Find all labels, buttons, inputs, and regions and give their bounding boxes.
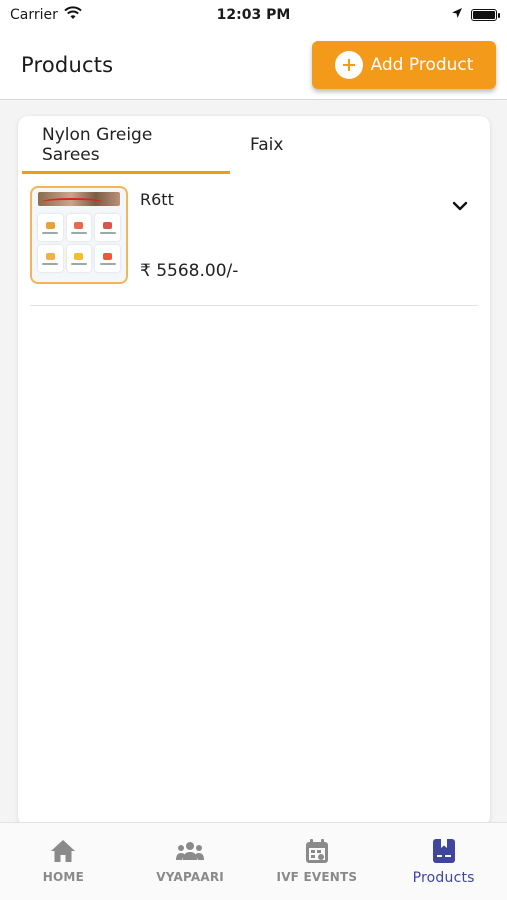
nav-label: VYAPAARI bbox=[156, 870, 224, 884]
battery-icon bbox=[471, 9, 500, 21]
people-icon bbox=[176, 837, 205, 865]
tab-nylon-greige-sarees[interactable]: Nylon Greige Sarees bbox=[22, 116, 230, 174]
add-product-button[interactable]: Add Product bbox=[312, 40, 496, 89]
nav-label: HOME bbox=[42, 870, 84, 884]
app-header: Products Add Product bbox=[0, 30, 507, 100]
nav-item-home[interactable]: HOME bbox=[0, 823, 127, 900]
status-time: 12:03 PM bbox=[216, 7, 291, 23]
thumbnail-banner bbox=[38, 192, 120, 206]
wifi-icon bbox=[64, 6, 82, 24]
thumbnail-grid bbox=[38, 214, 120, 272]
product-price: ₹ 5568.00/- bbox=[140, 261, 239, 281]
plus-circle-icon bbox=[334, 50, 363, 79]
bottom-navigation: HOME VYAPAARI IVF EVENTS Products bbox=[0, 822, 507, 900]
nav-label: Products bbox=[412, 870, 475, 886]
nav-label: IVF EVENTS bbox=[276, 870, 358, 884]
tab-faix[interactable]: Faix bbox=[230, 116, 303, 174]
nav-item-ivf-events[interactable]: IVF EVENTS bbox=[254, 823, 381, 900]
nav-item-products[interactable]: Products bbox=[380, 823, 507, 900]
category-tabs: Nylon Greige Sarees Faix bbox=[18, 116, 490, 174]
nav-item-vyapaari[interactable]: VYAPAARI bbox=[127, 823, 254, 900]
location-arrow-icon bbox=[451, 7, 463, 23]
tab-label: Nylon Greige Sarees bbox=[42, 125, 153, 165]
product-list-item[interactable]: R6tt ₹ 5568.00/- bbox=[30, 186, 478, 306]
tab-label: Faix bbox=[250, 135, 284, 155]
page-title: Products bbox=[21, 52, 114, 77]
products-bookmark-icon bbox=[430, 837, 458, 865]
product-thumbnail bbox=[30, 186, 128, 284]
status-right bbox=[451, 7, 500, 23]
calendar-icon bbox=[303, 837, 331, 865]
status-bar: Carrier 12:03 PM bbox=[0, 0, 507, 30]
home-icon bbox=[49, 837, 77, 865]
carrier-label: Carrier bbox=[10, 7, 58, 23]
add-product-label: Add Product bbox=[370, 54, 474, 75]
product-name: R6tt bbox=[140, 190, 174, 209]
status-left: Carrier bbox=[10, 6, 82, 24]
products-card: Nylon Greige Sarees Faix R6tt ₹ 5568.00/… bbox=[18, 116, 490, 826]
chevron-down-icon[interactable] bbox=[450, 196, 470, 216]
